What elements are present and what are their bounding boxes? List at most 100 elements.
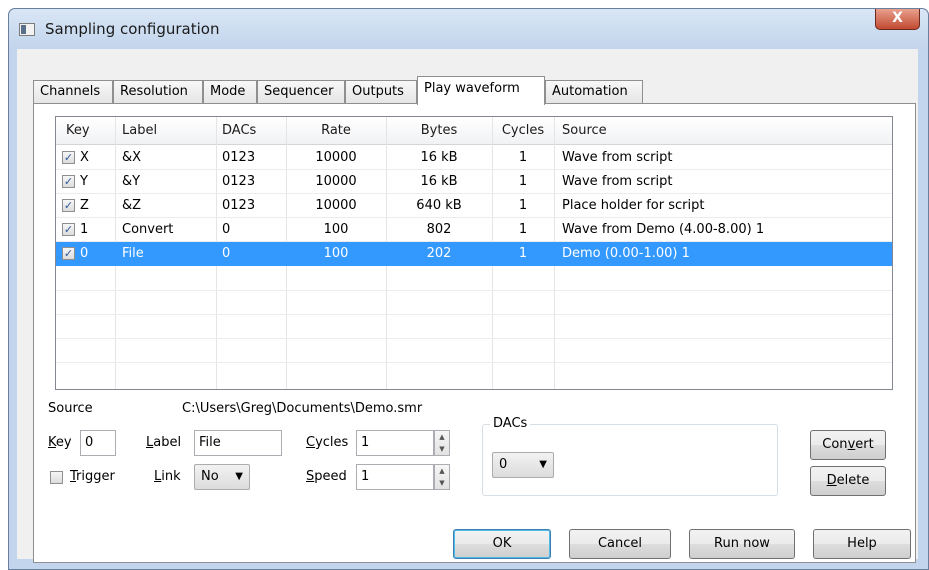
row-checkbox[interactable]: ✓	[62, 223, 75, 236]
title-bar[interactable]: Sampling configuration X	[9, 9, 928, 49]
column-header-rate[interactable]: Rate	[286, 117, 386, 145]
tab-resolution[interactable]: Resolution	[113, 80, 203, 104]
play-waveform-panel: Key Label DACs Rate Bytes Cycles Source …	[33, 103, 916, 563]
key-label: Key	[48, 435, 72, 450]
speed-spinner[interactable]: ▲ ▼	[434, 464, 450, 490]
spin-down-icon[interactable]: ▼	[435, 443, 449, 455]
source-label: Source	[48, 401, 93, 416]
cell-key: X	[80, 150, 89, 165]
table-row[interactable]: ✓ Y &Y 0123 10000 16 kB 1 Wave from scri…	[56, 170, 892, 194]
dacs-dropdown[interactable]: 0 ▼	[492, 452, 554, 478]
column-header-key[interactable]: Key	[66, 117, 90, 145]
column-header-cycles[interactable]: Cycles	[492, 117, 554, 145]
empty-row-line	[56, 338, 892, 339]
dacs-value: 0	[499, 457, 508, 472]
spin-up-icon[interactable]: ▲	[435, 431, 449, 443]
speed-label: Speed	[306, 469, 347, 484]
row-checkbox[interactable]: ✓	[62, 151, 75, 164]
tab-channels[interactable]: Channels	[33, 80, 113, 104]
dacs-group-title: DACs	[490, 416, 531, 432]
cell-dacs: 0	[222, 246, 231, 261]
ok-button[interactable]: OK	[453, 529, 551, 559]
cycles-spinner[interactable]: ▲ ▼	[434, 430, 450, 456]
table-row[interactable]: ✓ X &X 0123 10000 16 kB 1 Wave from scri…	[56, 146, 892, 170]
tab-outputs[interactable]: Outputs	[345, 80, 417, 104]
link-value: No	[201, 469, 219, 484]
empty-row-line	[56, 314, 892, 315]
link-dropdown[interactable]: No ▼	[194, 464, 250, 490]
dialog-client: Channels Resolution Mode Sequencer Outpu…	[17, 49, 918, 563]
delete-button[interactable]: Delete	[810, 466, 886, 496]
speed-field[interactable]: 1	[356, 464, 434, 490]
cell-rate: 10000	[315, 150, 357, 165]
cell-rate: 10000	[315, 198, 357, 213]
column-header-source[interactable]: Source	[562, 117, 607, 145]
column-header-bytes[interactable]: Bytes	[386, 117, 492, 145]
label-label: Label	[146, 435, 182, 450]
help-button[interactable]: Help	[813, 529, 911, 559]
cell-rate: 100	[323, 222, 349, 237]
convert-button[interactable]: Convert	[810, 430, 886, 460]
key-field[interactable]: 0	[80, 430, 116, 456]
empty-row-line	[56, 362, 892, 363]
cell-label: Convert	[122, 222, 174, 237]
cell-cycles: 1	[518, 150, 528, 165]
cancel-button[interactable]: Cancel	[569, 529, 671, 559]
cell-key: 0	[80, 246, 89, 261]
cell-key: 1	[80, 222, 89, 237]
cell-label: File	[122, 246, 144, 261]
table-row[interactable]: ✓ 1 Convert 0 100 802 1 Wave from Demo (…	[56, 218, 892, 242]
column-header-label[interactable]: Label	[122, 117, 157, 145]
dialog-window: Sampling configuration X Channels Resolu…	[8, 8, 929, 570]
spin-up-icon[interactable]: ▲	[435, 465, 449, 477]
row-checkbox[interactable]: ✓	[62, 247, 75, 260]
cell-source: Place holder for script	[562, 198, 705, 213]
cell-bytes: 802	[426, 222, 452, 237]
chevron-down-icon: ▼	[539, 459, 547, 470]
row-checkbox[interactable]: ✓	[62, 175, 75, 188]
window-title: Sampling configuration	[45, 20, 220, 38]
cell-cycles: 1	[518, 246, 528, 261]
column-header-dacs[interactable]: DACs	[222, 117, 256, 145]
source-path: C:\Users\Greg\Documents\Demo.smr	[182, 401, 423, 416]
link-label: Link	[154, 469, 181, 484]
app-icon	[19, 23, 35, 36]
cell-source: Wave from Demo (4.00-8.00) 1	[562, 222, 765, 237]
cell-rate: 10000	[315, 174, 357, 189]
cell-key: Z	[80, 198, 89, 213]
close-button[interactable]: X	[875, 9, 920, 30]
cell-dacs: 0	[222, 222, 231, 237]
cell-bytes: 640 kB	[416, 198, 462, 213]
spin-down-icon[interactable]: ▼	[435, 477, 449, 489]
list-header: Key Label DACs Rate Bytes Cycles Source	[56, 117, 892, 145]
chevron-down-icon: ▼	[235, 471, 243, 482]
empty-row-line	[56, 290, 892, 291]
cell-bytes: 16 kB	[420, 150, 458, 165]
cell-source: Wave from script	[562, 174, 673, 189]
cell-source: Wave from script	[562, 150, 673, 165]
tab-automation[interactable]: Automation	[545, 80, 643, 104]
cell-rate: 100	[323, 246, 349, 261]
cell-key: Y	[80, 174, 88, 189]
cell-dacs: 0123	[222, 174, 256, 189]
waveform-list[interactable]: Key Label DACs Rate Bytes Cycles Source …	[55, 116, 893, 390]
trigger-checkbox[interactable]	[50, 471, 63, 484]
trigger-label: Trigger	[70, 469, 115, 484]
table-row-selected[interactable]: ✓ 0 File 0 100 202 1 Demo (0.00-1.00) 1	[56, 242, 892, 266]
cell-source: Demo (0.00-1.00) 1	[562, 246, 690, 261]
label-field[interactable]: File	[194, 430, 282, 456]
tab-mode[interactable]: Mode	[203, 80, 257, 104]
row-checkbox[interactable]: ✓	[62, 199, 75, 212]
cell-dacs: 0123	[222, 198, 256, 213]
cycles-label: Cycles	[306, 435, 349, 450]
cell-label: &Z	[122, 198, 142, 213]
cell-label: &Y	[122, 174, 141, 189]
tab-sequencer[interactable]: Sequencer	[257, 80, 345, 104]
cell-dacs: 0123	[222, 150, 256, 165]
cell-label: &X	[122, 150, 142, 165]
cycles-field[interactable]: 1	[356, 430, 434, 456]
tab-play-waveform[interactable]: Play waveform	[417, 76, 545, 105]
run-now-button[interactable]: Run now	[689, 529, 795, 559]
table-row[interactable]: ✓ Z &Z 0123 10000 640 kB 1 Place holder …	[56, 194, 892, 218]
cell-cycles: 1	[518, 174, 528, 189]
